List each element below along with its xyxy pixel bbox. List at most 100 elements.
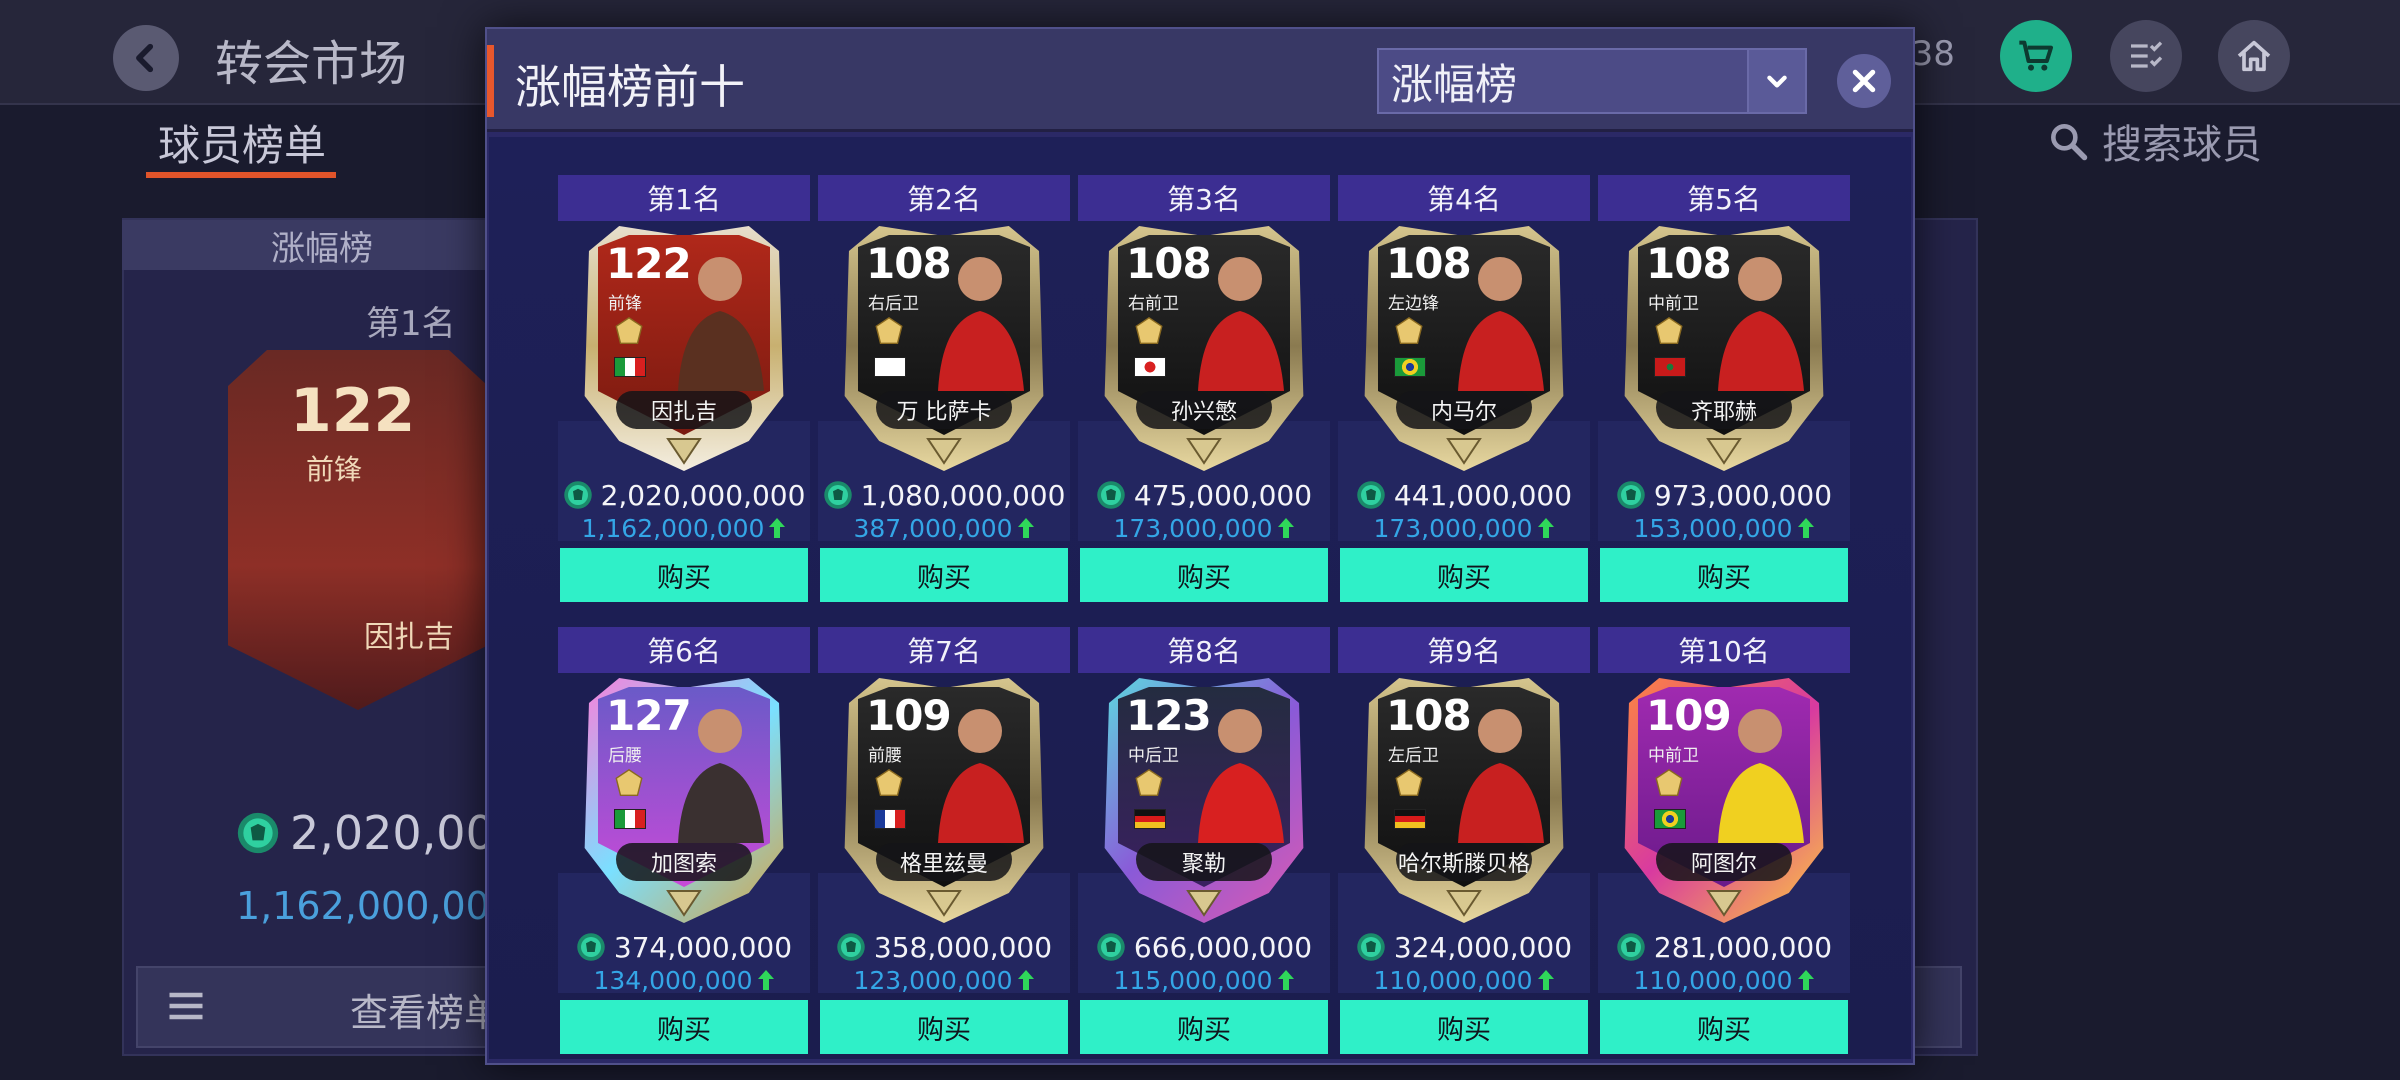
price-change-value: 1,162,000,000 bbox=[581, 513, 765, 543]
rank-label: 第4名 bbox=[1338, 175, 1590, 221]
star-icon bbox=[1655, 768, 1683, 797]
home-button[interactable] bbox=[2218, 20, 2290, 92]
rank-label: 第5名 bbox=[1598, 175, 1850, 221]
card-emblem-icon bbox=[1186, 438, 1222, 465]
price: 281,000,000 bbox=[1598, 927, 1850, 967]
player-card[interactable]: 108 左后卫 哈尔斯滕贝格 bbox=[1356, 673, 1572, 923]
buy-button[interactable]: 购买 bbox=[1600, 548, 1848, 602]
buy-button[interactable]: 购买 bbox=[1080, 548, 1328, 602]
cart-button[interactable] bbox=[2000, 20, 2072, 92]
rank-label: 第8名 bbox=[1078, 627, 1330, 673]
background-change: 1,162,000,000 bbox=[236, 884, 515, 928]
price-change-value: 387,000,000 bbox=[853, 513, 1013, 543]
coin-icon bbox=[837, 933, 865, 961]
coin-icon bbox=[1357, 481, 1385, 509]
rank-label: 第3名 bbox=[1078, 175, 1330, 221]
trophy-icon bbox=[1135, 768, 1163, 797]
buy-button[interactable]: 购买 bbox=[560, 548, 808, 602]
price-change: 153,000,000 bbox=[1598, 513, 1850, 543]
player-card[interactable]: 109 前腰 格里兹曼 bbox=[836, 673, 1052, 923]
player-card[interactable]: 108 中前卫 齐耶赫 bbox=[1616, 221, 1832, 471]
card-rating: 123 bbox=[1126, 691, 1212, 740]
price-change: 110,000,000 bbox=[1338, 965, 1590, 995]
price-change: 110,000,000 bbox=[1598, 965, 1850, 995]
rank-label: 第6名 bbox=[558, 627, 810, 673]
arrow-up-icon bbox=[1537, 518, 1554, 538]
diamond-icon bbox=[1655, 316, 1683, 345]
card-rating: 108 bbox=[866, 239, 952, 288]
search-player-button[interactable]: 搜索球员 bbox=[2046, 112, 2262, 170]
card-position: 左后卫 bbox=[1388, 746, 1439, 766]
checklist-icon bbox=[2131, 41, 2163, 68]
card-player-name: 孙兴慜 bbox=[1136, 391, 1272, 429]
arrow-up-icon bbox=[1017, 970, 1034, 990]
player-cell: 第4名 108 左边锋 内马尔 441,000,000 173,000,000 … bbox=[1338, 175, 1590, 605]
buy-button[interactable]: 购买 bbox=[1600, 1000, 1848, 1054]
card-player-name: 哈尔斯滕贝格 bbox=[1396, 843, 1532, 881]
arrow-up-icon bbox=[1797, 970, 1814, 990]
nation-flag-icon bbox=[874, 809, 906, 829]
back-button[interactable] bbox=[113, 25, 179, 91]
card-player-name: 因扎吉 bbox=[616, 391, 752, 429]
price: 441,000,000 bbox=[1338, 475, 1590, 515]
player-card[interactable]: 108 左边锋 内马尔 bbox=[1356, 221, 1572, 471]
nation-flag-icon bbox=[874, 357, 906, 377]
nation-flag-icon bbox=[1134, 357, 1166, 377]
shield-icon bbox=[615, 316, 643, 345]
coin-icon bbox=[237, 812, 279, 854]
buy-button[interactable]: 购买 bbox=[1340, 1000, 1588, 1054]
card-position: 中前卫 bbox=[1648, 294, 1699, 314]
list-button[interactable] bbox=[2110, 20, 2182, 92]
price-change-value: 134,000,000 bbox=[593, 965, 753, 995]
buy-button[interactable]: 购买 bbox=[1080, 1000, 1328, 1054]
card-rating: 108 bbox=[1386, 691, 1472, 740]
player-card[interactable]: 127 后腰 加图索 bbox=[576, 673, 792, 923]
tab-player-rankings[interactable]: 球员榜单 bbox=[158, 112, 326, 173]
player-card[interactable]: 123 中后卫 聚勒 bbox=[1096, 673, 1312, 923]
heart-icon bbox=[1395, 316, 1423, 345]
rank-label: 第7名 bbox=[818, 627, 1070, 673]
modal-body: 第1名 122 前锋 因扎吉 2,020,000,000 1,162,000,0… bbox=[489, 137, 1911, 1059]
price-change-value: 123,000,000 bbox=[853, 965, 1013, 995]
price-change-value: 173,000,000 bbox=[1113, 513, 1273, 543]
price-value: 358,000,000 bbox=[873, 930, 1053, 964]
price-value: 2,020,000,000 bbox=[600, 478, 806, 512]
nation-flag-icon bbox=[1394, 809, 1426, 829]
player-cell: 第10名 109 中前卫 阿图尔 281,000,000 110,000,000… bbox=[1598, 627, 1850, 1057]
player-card[interactable]: 109 中前卫 阿图尔 bbox=[1616, 673, 1832, 923]
buy-button[interactable]: 购买 bbox=[820, 1000, 1068, 1054]
price-change: 115,000,000 bbox=[1078, 965, 1330, 995]
dropdown-toggle[interactable] bbox=[1747, 50, 1805, 112]
player-card[interactable]: 108 右前卫 孙兴慜 bbox=[1096, 221, 1312, 471]
price-change-value: 153,000,000 bbox=[1633, 513, 1793, 543]
ranking-type-select[interactable]: 涨幅榜 bbox=[1377, 48, 1807, 114]
nation-flag-icon bbox=[1654, 809, 1686, 829]
card-player-name: 齐耶赫 bbox=[1656, 391, 1792, 429]
buy-button[interactable]: 购买 bbox=[560, 1000, 808, 1054]
price-change-value: 110,000,000 bbox=[1373, 965, 1533, 995]
search-label: 搜索球员 bbox=[2102, 122, 2262, 168]
ball-icon bbox=[875, 768, 903, 797]
rank-label: 第10名 bbox=[1598, 627, 1850, 673]
card-rating: 109 bbox=[1646, 691, 1732, 740]
card-position: 右前卫 bbox=[1128, 294, 1179, 314]
card-position: 前腰 bbox=[868, 746, 902, 766]
price-change: 1,162,000,000 bbox=[558, 513, 810, 543]
card-position: 左边锋 bbox=[1388, 294, 1439, 314]
card-emblem-icon bbox=[1446, 438, 1482, 465]
price: 374,000,000 bbox=[558, 927, 810, 967]
player-cell: 第7名 109 前腰 格里兹曼 358,000,000 123,000,000 … bbox=[818, 627, 1070, 1057]
modal-title: 涨幅榜前十 bbox=[515, 60, 745, 114]
view-rankings-label: 查看榜单 bbox=[350, 991, 503, 1035]
player-card[interactable]: 108 右后卫 万 比萨卡 bbox=[836, 221, 1052, 471]
nation-flag-icon bbox=[614, 809, 646, 829]
arrow-up-icon bbox=[1017, 518, 1034, 538]
buy-button[interactable]: 购买 bbox=[1340, 548, 1588, 602]
nation-flag-icon bbox=[1394, 357, 1426, 377]
card-player-name: 阿图尔 bbox=[1656, 843, 1792, 881]
close-button[interactable] bbox=[1837, 54, 1891, 108]
buy-button[interactable]: 购买 bbox=[820, 548, 1068, 602]
card-rating: 122 bbox=[606, 239, 692, 288]
coin-icon bbox=[1097, 481, 1125, 509]
player-card[interactable]: 122 前锋 因扎吉 bbox=[576, 221, 792, 471]
